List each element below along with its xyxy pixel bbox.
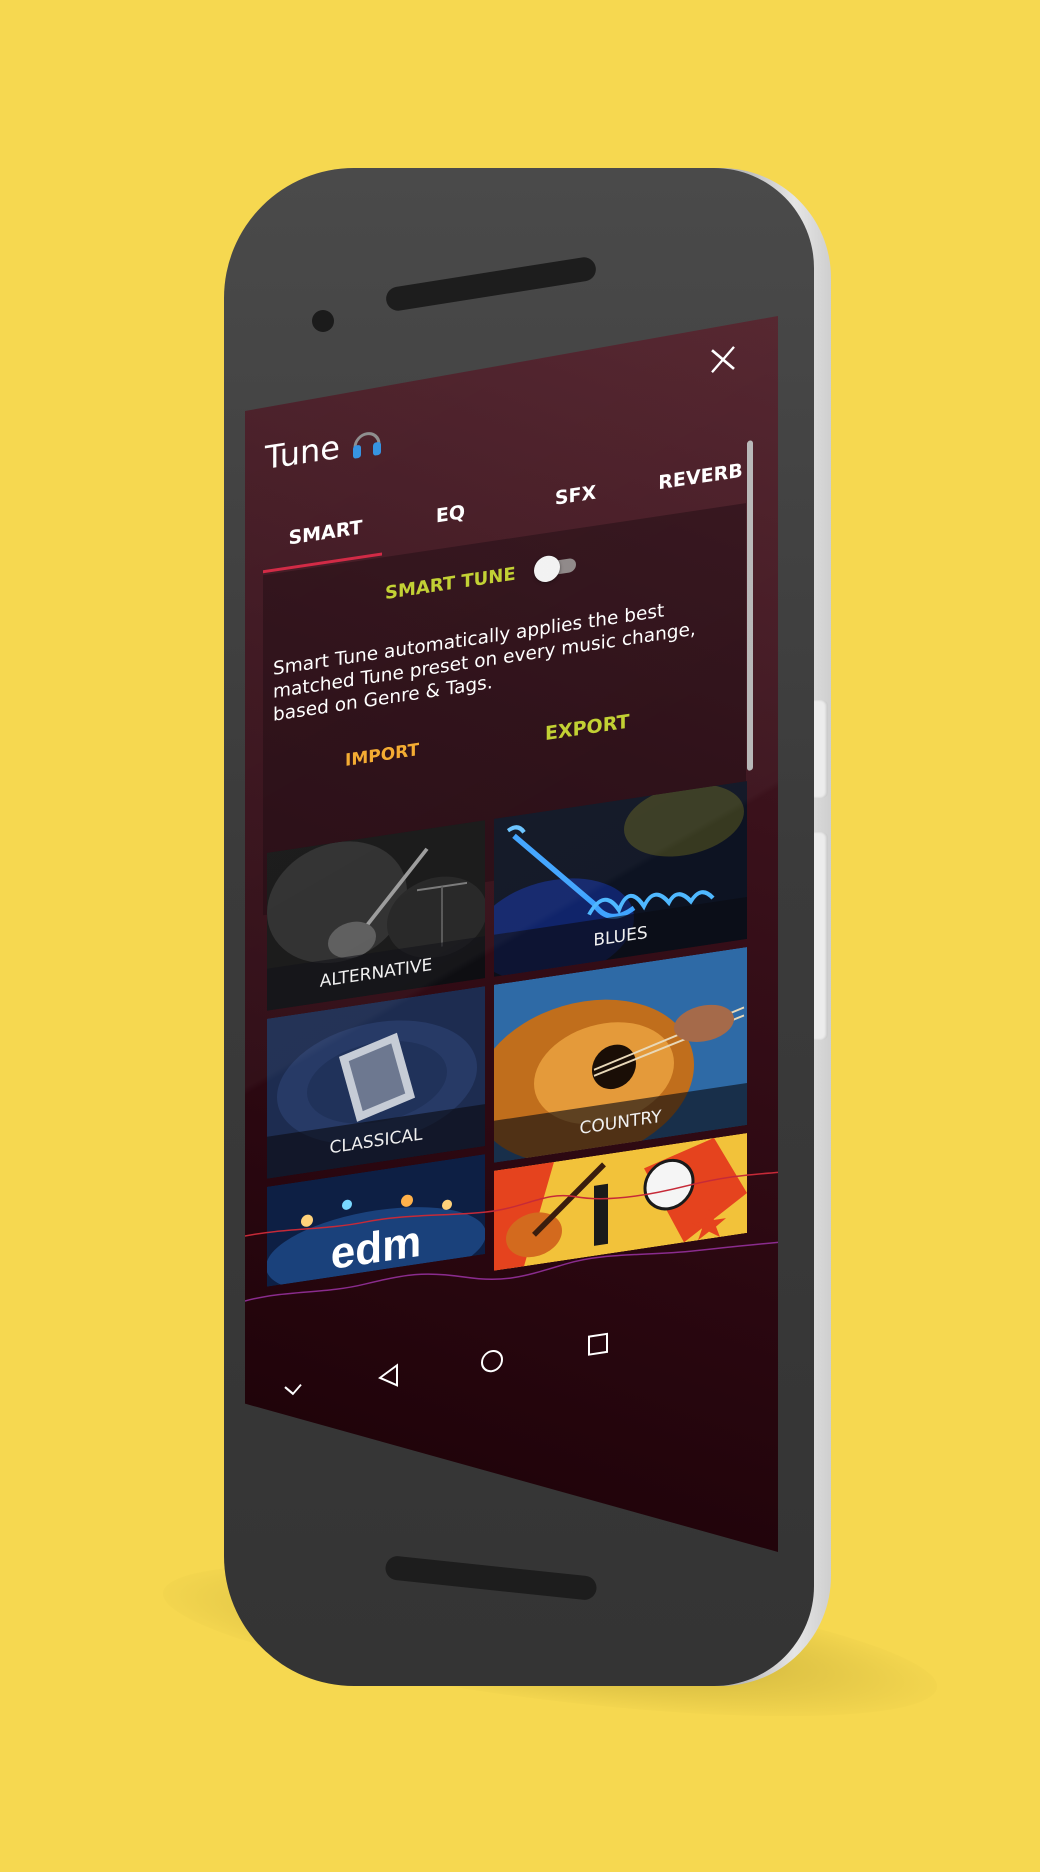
recents-square-icon	[588, 1332, 608, 1356]
page-title: Tune	[265, 421, 384, 477]
front-camera	[312, 310, 334, 332]
recents-button[interactable]	[587, 1332, 609, 1360]
genre-tile-alternative[interactable]: ALTERNATIVE	[267, 820, 485, 1011]
scrollbar[interactable]	[747, 440, 753, 771]
screen-content: Tune SMART EQ SFX REVERB SMART TUNE Smar…	[245, 316, 778, 1552]
home-button[interactable]	[480, 1347, 504, 1378]
genre-tile-country[interactable]: COUNTRY	[494, 946, 747, 1163]
headphones-icon	[352, 432, 381, 459]
close-button[interactable]	[705, 342, 741, 383]
genre-tile-classical[interactable]: CLASSICAL	[267, 986, 485, 1179]
back-button[interactable]	[377, 1363, 399, 1393]
collapse-button[interactable]	[283, 1381, 303, 1401]
toggle-thumb	[533, 553, 560, 584]
close-icon	[711, 346, 735, 373]
back-triangle-icon	[378, 1363, 398, 1387]
app-screen: Tune SMART EQ SFX REVERB SMART TUNE Smar…	[245, 316, 778, 1552]
chevron-down-icon	[284, 1384, 302, 1396]
app-title-text: Tune	[265, 427, 340, 478]
home-circle-icon	[481, 1349, 503, 1373]
